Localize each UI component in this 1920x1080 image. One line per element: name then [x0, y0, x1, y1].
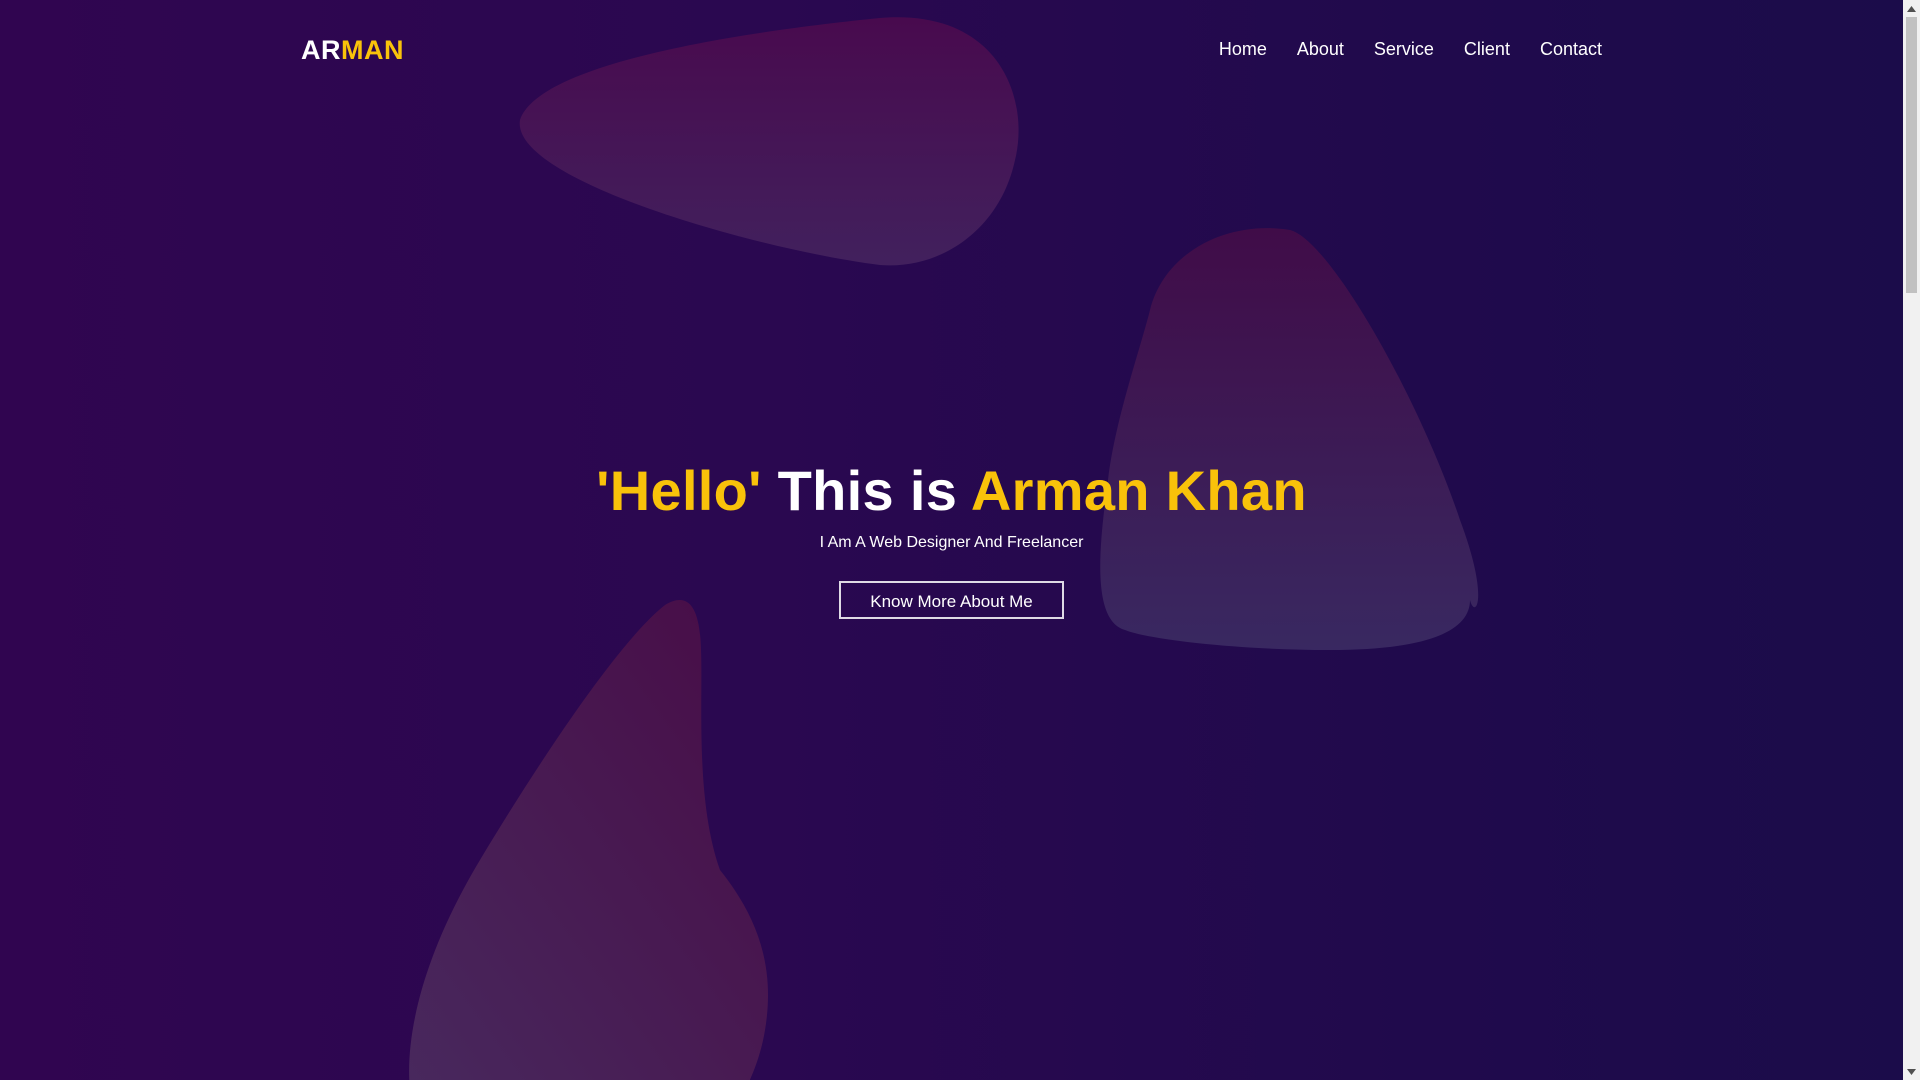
scroll-up-arrow[interactable] [1903, 0, 1920, 17]
hero-title: 'Hello' This is Arman Khan [0, 455, 1903, 527]
hero-section: 'Hello' This is Arman Khan I Am A Web De… [0, 455, 1903, 619]
nav-item-about[interactable]: About [1297, 38, 1344, 60]
triangle-up-icon [1907, 5, 1916, 12]
blob-bottom-left [409, 600, 768, 1080]
hero-title-hello: 'Hello' [596, 459, 762, 522]
logo-part-2: MAN [341, 35, 404, 65]
hero-subtitle: I Am A Web Designer And Freelancer [819, 534, 1084, 551]
page-background: ARMAN Home About Service Client Contact … [0, 0, 1903, 1080]
logo-part-1: AR [301, 35, 341, 65]
scrollbar-thumb[interactable] [1906, 17, 1917, 293]
nav-item-client[interactable]: Client [1464, 38, 1510, 60]
nav-item-contact[interactable]: Contact [1540, 38, 1602, 60]
know-more-button[interactable]: Know More About Me [839, 581, 1064, 619]
logo[interactable]: ARMAN [301, 34, 404, 66]
scroll-down-arrow[interactable] [1903, 1063, 1920, 1080]
hero-title-this-is: This is [761, 459, 971, 522]
vertical-scrollbar[interactable] [1903, 0, 1920, 1080]
nav-item-service[interactable]: Service [1374, 38, 1434, 60]
nav-menu: Home About Service Client Contact [1189, 38, 1602, 60]
hero-title-name: Arman Khan [970, 459, 1307, 522]
nav-item-home[interactable]: Home [1219, 38, 1267, 60]
navbar: ARMAN Home About Service Client Contact [0, 0, 1903, 100]
triangle-down-icon [1907, 1068, 1916, 1075]
